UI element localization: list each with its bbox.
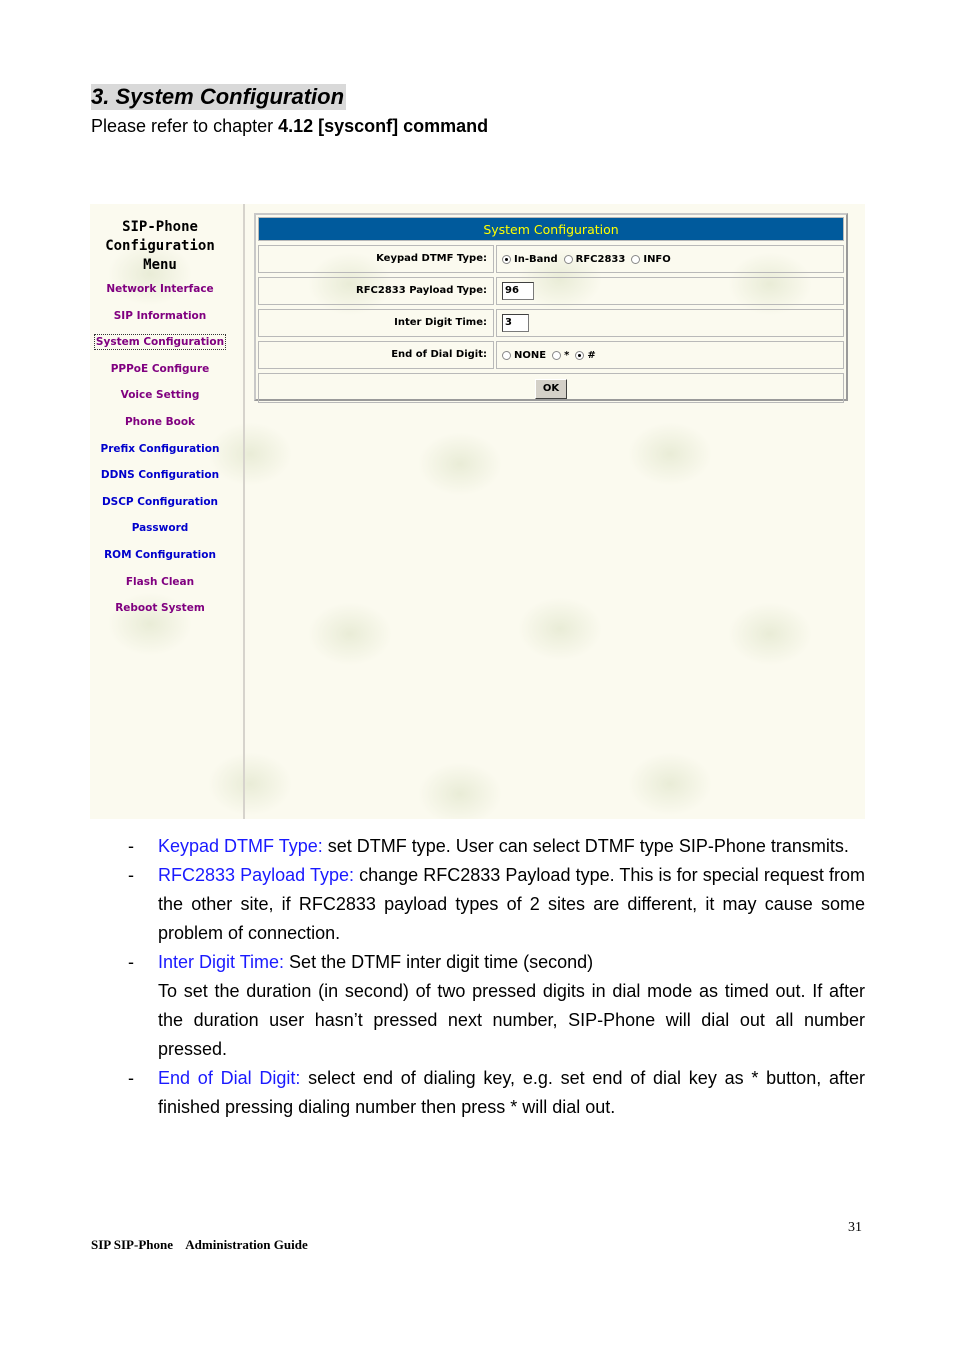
radio-button[interactable]	[552, 350, 562, 360]
menu-link-voice-setting[interactable]: Voice Setting	[90, 388, 230, 415]
menu-link-phone-book[interactable]: Phone Book	[90, 415, 230, 442]
field-descriptions: - Keypad DTMF Type: set DTMF type. User c…	[125, 832, 865, 1122]
inter-digit-cell: 3	[496, 309, 844, 337]
menu-link-pppoe-configure[interactable]: PPPoE Configure	[90, 362, 230, 389]
row-rfc2833-payload: RFC2833 Payload Type: 96	[258, 277, 844, 305]
menu-link-label: PPPoE Configure	[110, 362, 210, 375]
row-end-of-dial: End of Dial Digit: NONE * #	[258, 341, 844, 369]
footer: SIP SIP-Phone Administration Guide	[91, 1237, 308, 1252]
radio-label: In-Band	[514, 253, 558, 265]
system-configuration-form: System Configuration Keypad DTMF Type: I…	[254, 213, 848, 403]
radio-label: RFC2833	[575, 253, 626, 265]
end-of-dial-options: NONE * #	[496, 341, 844, 369]
menu-link-label: System Configuration	[93, 334, 227, 351]
menu-title-line: Configuration	[105, 238, 215, 254]
section-title: 3. System Configuration	[91, 84, 347, 110]
description-text: Set the DTMF inter digit time (second)	[284, 952, 594, 972]
description-item: - End of Dial Digit: select end of dialin…	[125, 1064, 865, 1122]
end-of-dial-label: End of Dial Digit:	[258, 341, 494, 369]
menu-title: SIP-Phone Configuration Menu	[90, 218, 230, 275]
radio-button[interactable]	[631, 254, 641, 264]
menu-link-label: Voice Setting	[120, 389, 200, 402]
description-item: - RFC2833 Payload Type: change RFC2833 Pa…	[125, 861, 865, 948]
description-term: Inter Digit Time:	[158, 952, 285, 972]
radio-label: #	[587, 349, 596, 361]
menu-link-rom-configuration[interactable]: ROM Configuration	[90, 548, 230, 575]
reference-chapter: 4.12 [sysconf] command	[278, 116, 489, 136]
menu-links: Network Interface SIP Information System C…	[90, 282, 230, 628]
keypad-dtmf-options: In-Band RFC2833 INFO	[496, 245, 844, 273]
config-menu-frame: SIP-Phone Configuration Menu Network Int…	[90, 204, 245, 819]
rfc2833-payload-input[interactable]: 96	[502, 282, 534, 300]
description-term: End of Dial Digit:	[158, 1068, 301, 1088]
menu-link-label: Prefix Configuration	[100, 442, 220, 455]
inter-digit-label: Inter Digit Time:	[258, 309, 494, 337]
radio-info[interactable]: INFO	[631, 253, 671, 265]
menu-link-label: DDNS Configuration	[100, 469, 220, 482]
keypad-dtmf-label: Keypad DTMF Type:	[258, 245, 494, 273]
radio-hash[interactable]: #	[575, 349, 596, 361]
radio-button[interactable]	[575, 350, 585, 360]
menu-title-line: SIP-Phone	[122, 219, 198, 235]
radio-label: NONE	[514, 349, 547, 361]
menu-link-label: Reboot System	[115, 602, 205, 615]
form-header: System Configuration	[258, 217, 844, 241]
menu-link-sip-information[interactable]: SIP Information	[90, 309, 230, 336]
submit-row: OK	[258, 373, 844, 403]
radio-rfc2833[interactable]: RFC2833	[563, 253, 626, 265]
bullet-dash: -	[128, 1068, 134, 1088]
description-item: - Keypad DTMF Type: set DTMF type. User c…	[125, 832, 865, 861]
menu-link-flash-clean[interactable]: Flash Clean	[90, 575, 230, 602]
row-keypad-dtmf: Keypad DTMF Type: In-Band RFC2833 INFO	[258, 245, 844, 273]
menu-link-prefix-configuration[interactable]: Prefix Configuration	[90, 442, 230, 469]
menu-link-label: Flash Clean	[125, 575, 195, 588]
menu-link-reboot-system[interactable]: Reboot System	[90, 601, 230, 628]
menu-link-label: DSCP Configuration	[101, 495, 219, 508]
ui-screenshot: SIP-Phone Configuration Menu Network Int…	[90, 204, 865, 819]
menu-link-password[interactable]: Password	[90, 521, 230, 548]
menu-link-label: SIP Information	[113, 309, 207, 322]
menu-link-ddns-configuration[interactable]: DDNS Configuration	[90, 468, 230, 495]
radio-button[interactable]	[502, 350, 511, 360]
description-term: RFC2833 Payload Type:	[158, 865, 354, 885]
reference-prefix: Please refer to chapter	[91, 116, 279, 136]
chapter-reference: Please refer to chapter 4.12 [sysconf] c…	[91, 115, 488, 137]
description-item: - Inter Digit Time: Set the DTMF inter di…	[125, 948, 865, 1064]
menu-link-label: Network Interface	[106, 283, 214, 295]
menu-link-network-interface[interactable]: Network Interface	[90, 282, 230, 309]
rfc2833-payload-cell: 96	[496, 277, 844, 305]
radio-star[interactable]: *	[552, 350, 569, 361]
radio-label: *	[564, 349, 570, 361]
menu-link-label: ROM Configuration	[104, 548, 216, 561]
menu-link-system-configuration[interactable]: System Configuration	[90, 334, 230, 362]
description-text: set DTMF type. User can select DTMF type…	[322, 836, 849, 856]
description-term: Keypad DTMF Type:	[158, 836, 323, 856]
rfc2833-payload-label: RFC2833 Payload Type:	[258, 277, 494, 305]
menu-title-line: Menu	[143, 257, 177, 273]
radio-button[interactable]	[563, 254, 573, 264]
row-inter-digit: Inter Digit Time: 3	[258, 309, 844, 337]
radio-label: INFO	[643, 253, 671, 265]
ok-button[interactable]: OK	[534, 379, 568, 399]
page-number: 31	[848, 1220, 862, 1235]
inter-digit-input[interactable]: 3	[502, 314, 529, 332]
description-extra: To set the duration (in second) of two p…	[158, 981, 865, 1059]
bullet-dash: -	[128, 865, 134, 885]
bullet-dash: -	[128, 952, 134, 972]
bullet-dash: -	[128, 836, 134, 856]
radio-in-band[interactable]: In-Band	[502, 254, 558, 265]
radio-none[interactable]: NONE	[502, 350, 546, 361]
menu-link-label: Phone Book	[124, 415, 196, 428]
menu-link-dscp-configuration[interactable]: DSCP Configuration	[90, 495, 230, 522]
menu-link-label: Password	[131, 522, 189, 535]
radio-button[interactable]	[502, 254, 511, 264]
